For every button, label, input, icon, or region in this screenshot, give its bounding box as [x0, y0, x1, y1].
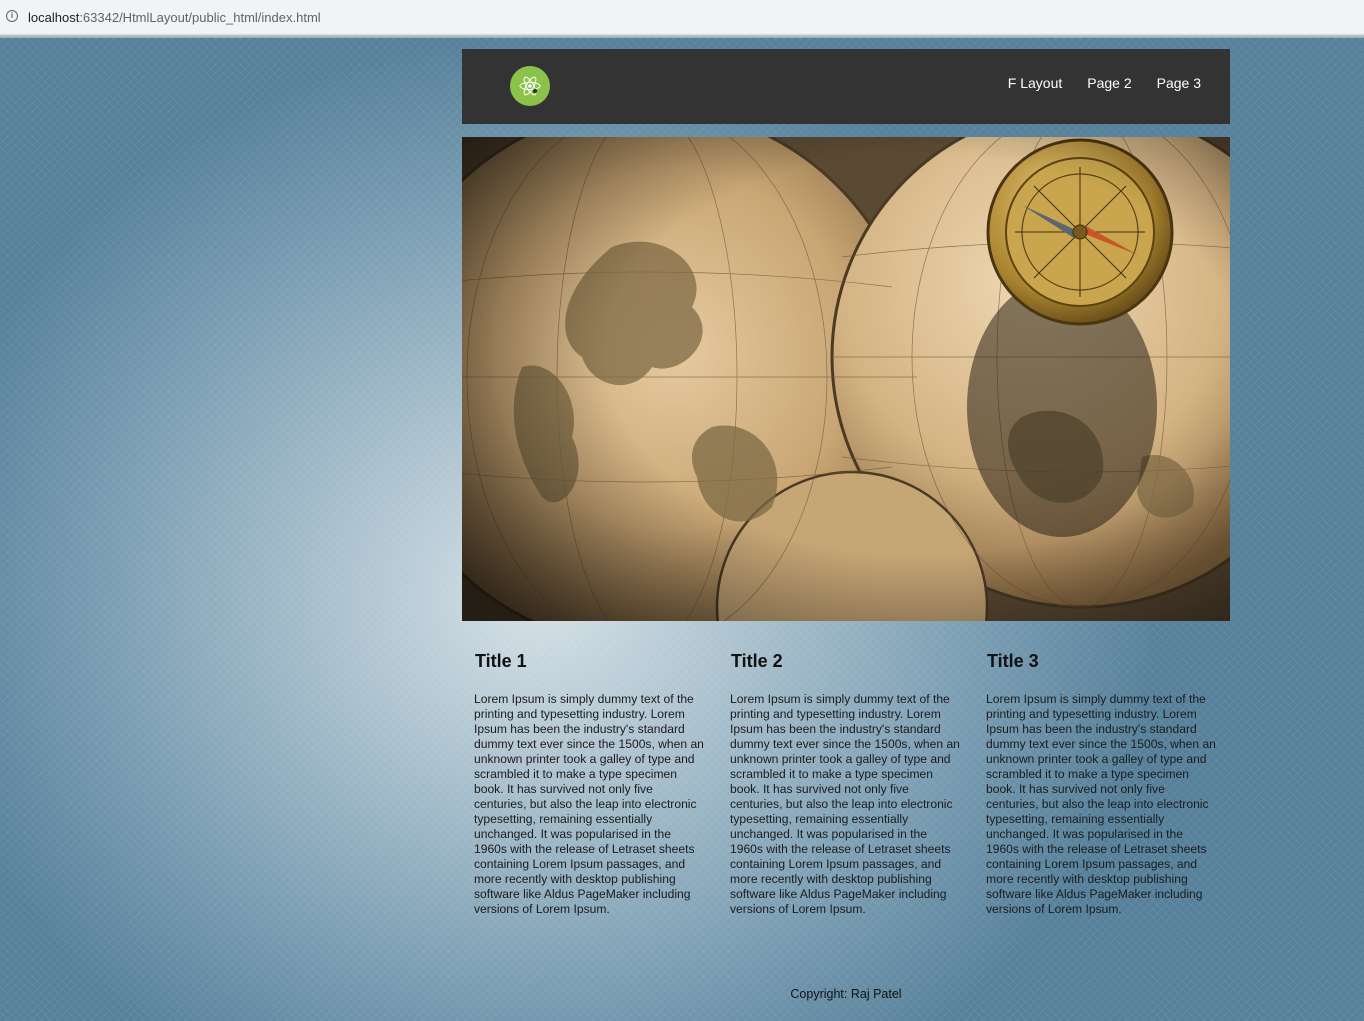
- column-body: Lorem Ipsum is simply dummy text of the …: [474, 692, 704, 916]
- hero-map-illustration: [462, 137, 1230, 621]
- nav-item-page-2[interactable]: Page 2: [1087, 75, 1131, 91]
- url-path: :63342/HtmlLayout/public_html/index.html: [79, 10, 321, 25]
- column-body: Lorem Ipsum is simply dummy text of the …: [986, 692, 1216, 916]
- url-host: localhost: [28, 10, 80, 25]
- address-url[interactable]: localhost:63342/HtmlLayout/public_html/i…: [28, 10, 321, 25]
- column-title: Title 3: [987, 651, 1039, 671]
- nav-item-page-3[interactable]: Page 3: [1157, 75, 1201, 91]
- main-nav: F Layout Page 2 Page 3: [1008, 75, 1201, 91]
- column-title: Title 2: [731, 651, 783, 671]
- atom-logo-icon[interactable]: [510, 66, 550, 106]
- column-body: Lorem Ipsum is simply dummy text of the …: [730, 692, 960, 916]
- content-column-3: Title 3 Lorem Ipsum is simply dummy text…: [986, 651, 1219, 917]
- column-title: Title 1: [475, 651, 527, 671]
- browser-address-bar[interactable]: i localhost:63342/HtmlLayout/public_html…: [0, 0, 1364, 35]
- content-column-1: Title 1 Lorem Ipsum is simply dummy text…: [474, 651, 707, 917]
- nav-item-f-layout[interactable]: F Layout: [1008, 75, 1062, 91]
- content-column-2: Title 2 Lorem Ipsum is simply dummy text…: [730, 651, 963, 917]
- site-header: F Layout Page 2 Page 3: [462, 49, 1230, 124]
- info-icon[interactable]: i: [6, 10, 18, 22]
- hero-map-image: [462, 137, 1230, 621]
- footer-copyright: Copyright: Raj Patel: [790, 987, 902, 1001]
